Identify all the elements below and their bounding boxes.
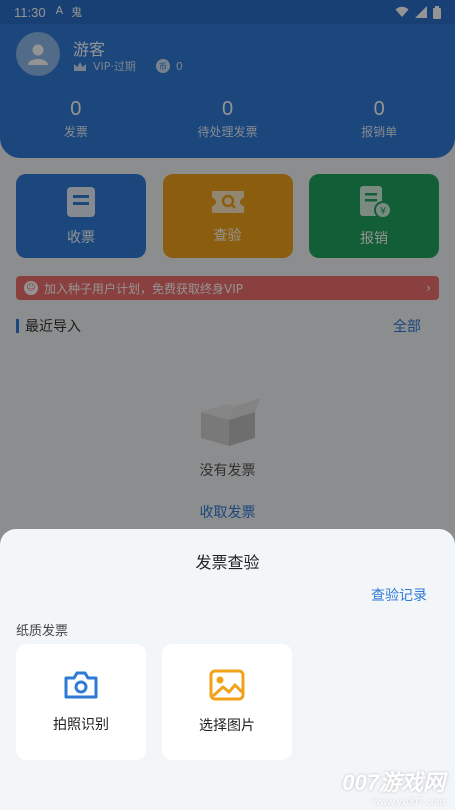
option-label: 选择图片: [199, 718, 255, 734]
paper-invoice-label: 纸质发票: [16, 624, 69, 639]
watermark-url: www.yx007.com: [372, 797, 445, 808]
photo-recognition-button[interactable]: 拍照识别: [16, 644, 146, 760]
camera-icon: [64, 671, 98, 699]
sheet-title: 发票查验: [195, 553, 260, 572]
watermark-title: 007游戏网: [342, 770, 445, 795]
image-icon: [209, 669, 245, 701]
site-watermark: 007游戏网 www.yx007.com: [342, 765, 445, 808]
select-image-button[interactable]: 选择图片: [162, 644, 292, 760]
option-label: 拍照识别: [53, 717, 109, 733]
verify-history-link[interactable]: 查验记录: [371, 585, 427, 605]
